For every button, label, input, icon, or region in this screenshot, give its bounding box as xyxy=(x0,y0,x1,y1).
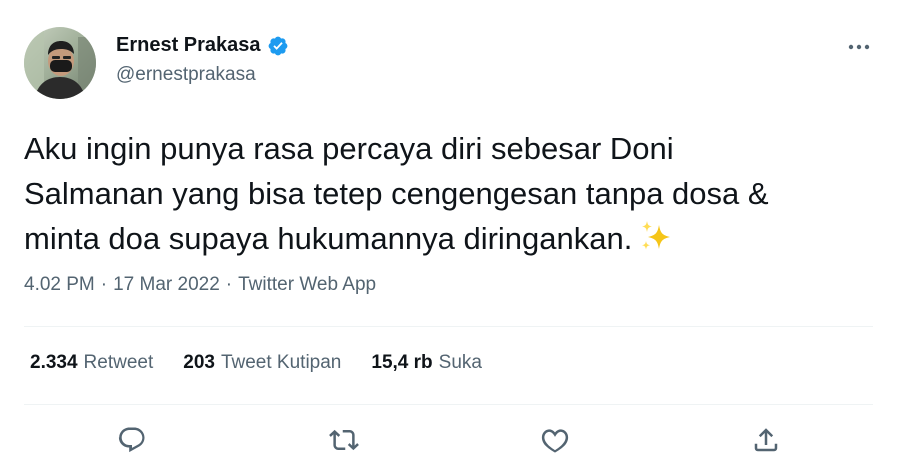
tweet-text: Aku ingin punya rasa percaya diri sebesa… xyxy=(24,126,874,267)
likes-stat[interactable]: 15,4 rb Suka xyxy=(371,352,482,374)
retweets-label: Retweet xyxy=(83,352,154,373)
quotes-stat[interactable]: 203 Tweet Kutipan xyxy=(183,352,341,374)
share-upload-icon xyxy=(754,428,778,452)
more-dots-icon xyxy=(848,44,870,50)
retweet-arrows-icon xyxy=(329,429,359,451)
reply-button[interactable] xyxy=(112,420,152,460)
tweet-source[interactable]: Twitter Web App xyxy=(238,274,376,296)
sparkles-emoji xyxy=(638,219,674,267)
more-options-button[interactable] xyxy=(844,32,874,62)
likes-label: Suka xyxy=(438,352,482,373)
display-name[interactable]: Ernest Prakasa xyxy=(116,34,261,57)
action-bar xyxy=(0,420,900,460)
tweet-text-line: Salmanan yang bisa tetep cengengesan tan… xyxy=(24,176,769,211)
divider xyxy=(24,326,873,327)
user-handle[interactable]: @ernestprakasa xyxy=(116,64,256,86)
name-row: Ernest Prakasa xyxy=(116,34,289,57)
quotes-label: Tweet Kutipan xyxy=(220,352,342,373)
tweet-card: Ernest Prakasa @ernestprakasa Aku ingin … xyxy=(0,0,900,474)
reply-bubble-icon xyxy=(118,427,145,453)
verified-badge-icon xyxy=(267,35,289,57)
retweets-stat[interactable]: 2.334 Retweet xyxy=(30,352,153,374)
likes-count: 15,4 rb xyxy=(371,352,433,373)
like-button[interactable] xyxy=(535,420,575,460)
share-button[interactable] xyxy=(746,420,786,460)
heart-icon xyxy=(541,429,569,453)
tweet-time[interactable]: 4.02 PM xyxy=(24,274,95,296)
tweet-date[interactable]: 17 Mar 2022 xyxy=(113,274,220,296)
divider xyxy=(24,404,873,405)
tweet-meta: 4.02 PM · 17 Mar 2022 · Twitter Web App xyxy=(24,274,376,296)
tweet-text-line: minta doa supaya hukumannya diringankan. xyxy=(24,216,874,267)
tweet-text-line: Aku ingin punya rasa percaya diri sebesa… xyxy=(24,131,674,166)
meta-separator: · xyxy=(225,274,233,295)
tweet-text-line-content: minta doa supaya hukumannya diringankan. xyxy=(24,221,633,256)
retweet-button[interactable] xyxy=(324,420,364,460)
retweets-count: 2.334 xyxy=(30,352,78,373)
quotes-count: 203 xyxy=(183,352,215,373)
meta-separator: · xyxy=(100,274,108,295)
avatar[interactable] xyxy=(24,27,96,99)
tweet-stats: 2.334 Retweet 203 Tweet Kutipan 15,4 rb … xyxy=(30,352,482,374)
